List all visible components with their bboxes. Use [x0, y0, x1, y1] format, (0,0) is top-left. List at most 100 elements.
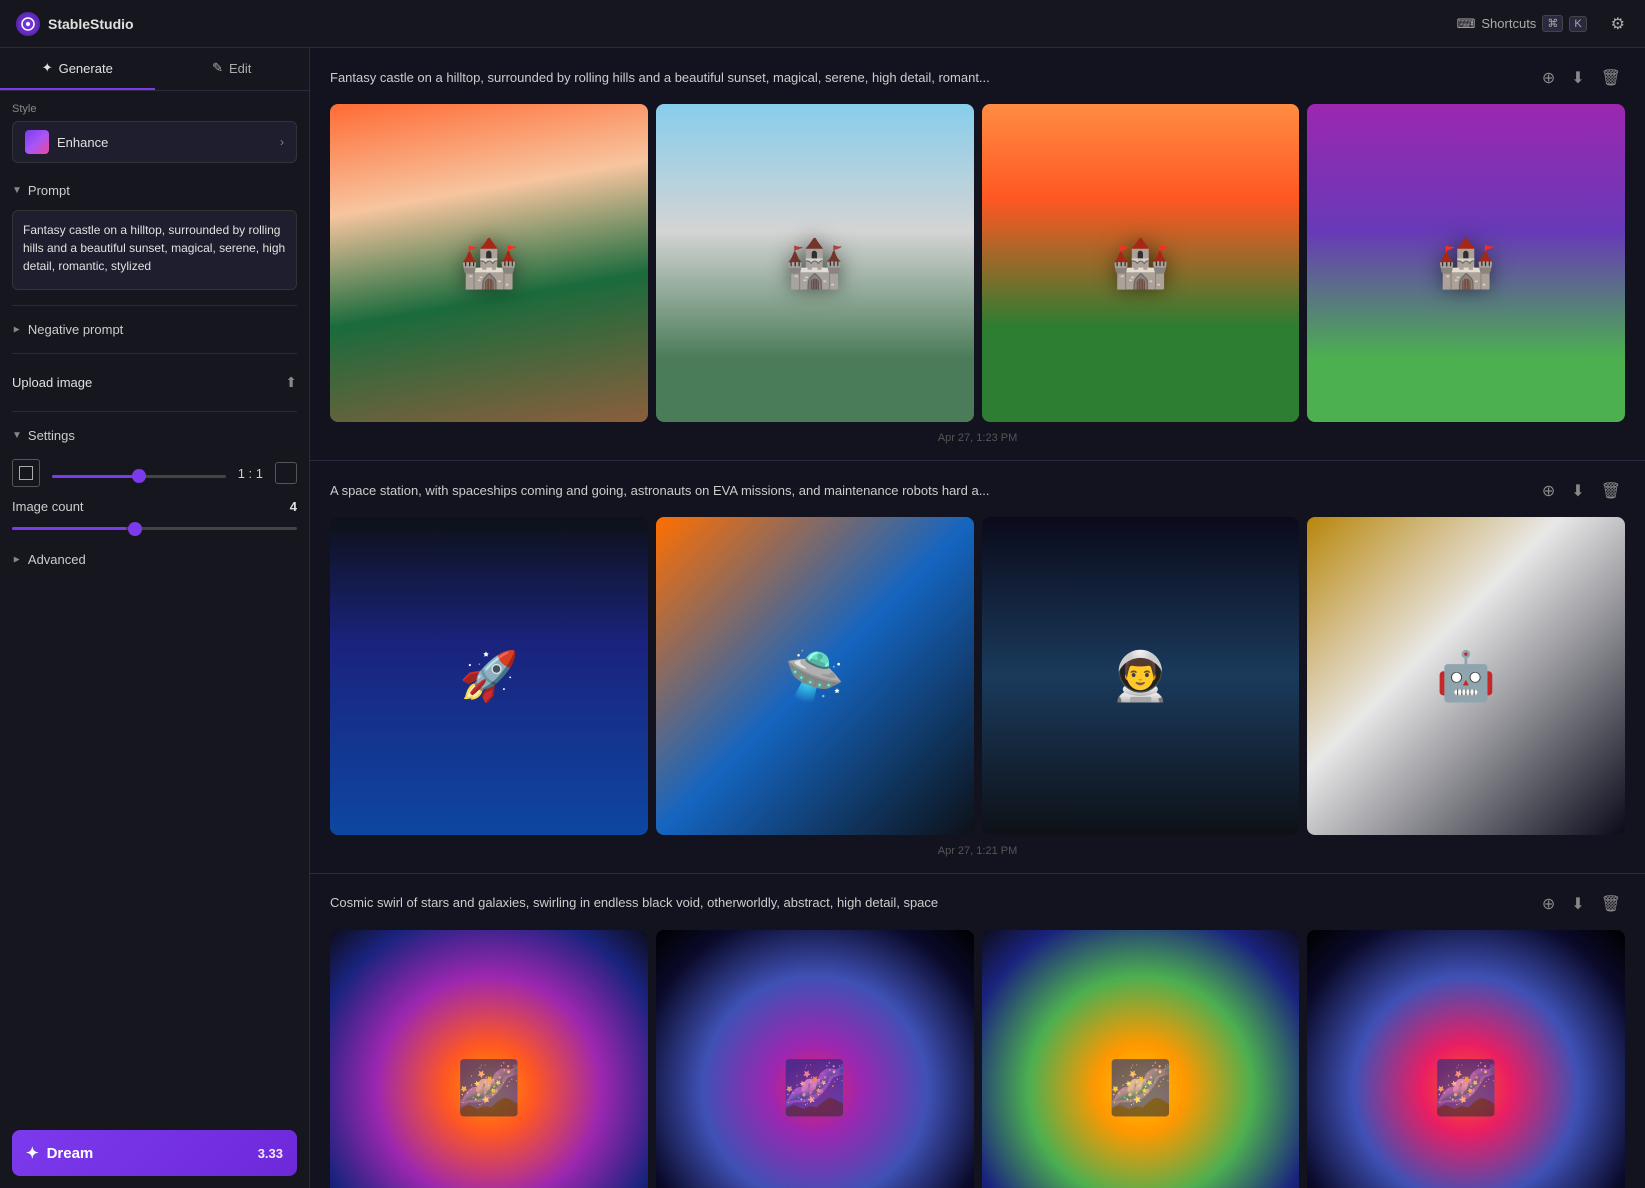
image-cell-c2[interactable]: [656, 104, 974, 422]
settings-chevron-icon: ▼: [12, 430, 22, 441]
shortcuts-button[interactable]: ⌨ Shortcuts ⌘ K: [1449, 11, 1595, 36]
image-cell-s1[interactable]: [330, 517, 648, 835]
gen-actions-1: ⊕ ⬇ 🗑: [1538, 477, 1625, 505]
ratio-value-label: 1 : 1: [238, 466, 263, 481]
advanced-chevron-icon: ▼: [11, 555, 22, 565]
upload-image-label: Upload image: [12, 375, 92, 390]
gen-group-1: A space station, with spaceships coming …: [310, 461, 1645, 874]
kbd-cmd: ⌘: [1542, 15, 1563, 32]
divider-2: [12, 353, 297, 354]
ratio-square-icon: [12, 459, 40, 487]
add-circle-icon: ⊕: [1542, 483, 1555, 500]
gen-header-2: Cosmic swirl of stars and galaxies, swir…: [330, 890, 1625, 918]
gen-group-0: Fantasy castle on a hilltop, surrounded …: [310, 48, 1645, 461]
chevron-right-icon: ›: [280, 135, 284, 149]
tab-generate-label: Generate: [59, 61, 113, 76]
divider-3: [12, 411, 297, 412]
image-cell-s4[interactable]: [1307, 517, 1625, 835]
upload-icon: ⬆: [285, 374, 297, 391]
style-selector-left: Enhance: [25, 130, 108, 154]
image-cell-g3[interactable]: [982, 930, 1300, 1188]
ratio-portrait-icon: [275, 462, 297, 484]
gen-group-2: Cosmic swirl of stars and galaxies, swir…: [310, 874, 1645, 1188]
advanced-section-header[interactable]: ▼ Advanced: [12, 546, 297, 573]
prompt-section-header[interactable]: ▼ Prompt: [12, 179, 297, 202]
gen-actions-2: ⊕ ⬇ 🗑: [1538, 890, 1625, 918]
image-cell-g1[interactable]: [330, 930, 648, 1188]
main-layout: ✦ Generate ✎ Edit Style Enhance › ▼ Pr: [0, 48, 1645, 1188]
generate-icon: ✦: [42, 60, 53, 76]
negative-prompt-header[interactable]: ▼ Negative prompt: [12, 318, 297, 341]
tab-edit[interactable]: ✎ Edit: [155, 48, 310, 90]
advanced-label: Advanced: [28, 552, 86, 567]
sidebar-content: Style Enhance › ▼ Prompt Fantasy castle …: [0, 91, 309, 1118]
style-value-label: Enhance: [57, 135, 108, 150]
tab-edit-label: Edit: [229, 61, 251, 76]
settings-label: Settings: [28, 428, 75, 443]
ratio-control: 1 : 1: [12, 459, 297, 487]
gen-delete-button-1[interactable]: 🗑: [1597, 477, 1625, 505]
app-title: StableStudio: [48, 16, 134, 32]
gen-timestamp-0: Apr 27, 1:23 PM: [330, 432, 1625, 444]
gen-image-grid-1: [330, 517, 1625, 835]
image-count-slider[interactable]: [12, 527, 297, 530]
prompt-chevron-icon: ▼: [12, 185, 22, 196]
edit-icon: ✎: [212, 60, 223, 76]
download-icon: ⬇: [1571, 70, 1584, 87]
gen-add-button-1[interactable]: ⊕: [1538, 477, 1559, 505]
shortcuts-label: Shortcuts: [1481, 16, 1536, 31]
gen-delete-button-2[interactable]: 🗑: [1597, 890, 1625, 918]
trash-icon: 🗑: [1601, 483, 1621, 500]
style-selector[interactable]: Enhance ›: [12, 121, 297, 163]
image-cell-c3[interactable]: [982, 104, 1300, 422]
negative-prompt-label: Negative prompt: [28, 322, 123, 337]
gen-prompt-2: Cosmic swirl of stars and galaxies, swir…: [330, 894, 1526, 912]
dream-button[interactable]: ✦ Dream 3.33: [12, 1130, 297, 1176]
gen-add-button-2[interactable]: ⊕: [1538, 890, 1559, 918]
gen-download-button-1[interactable]: ⬇: [1567, 477, 1588, 505]
gen-image-grid-2: [330, 930, 1625, 1188]
trash-icon: 🗑: [1601, 896, 1621, 913]
kbd-k: K: [1569, 16, 1586, 32]
gen-delete-button-0[interactable]: 🗑: [1597, 64, 1625, 92]
shortcuts-icon: ⌨: [1457, 16, 1476, 32]
settings-icon[interactable]: ⚙: [1607, 10, 1629, 38]
content-area: Fantasy castle on a hilltop, surrounded …: [310, 48, 1645, 1188]
image-cell-s2[interactable]: [656, 517, 974, 835]
gen-download-button-0[interactable]: ⬇: [1567, 64, 1588, 92]
gen-image-grid-0: [330, 104, 1625, 422]
ratio-slider-wrapper: [52, 466, 226, 481]
download-icon: ⬇: [1571, 483, 1584, 500]
header-logo-group: StableStudio: [16, 12, 134, 36]
ratio-slider[interactable]: [52, 475, 226, 478]
image-cell-g2[interactable]: [656, 930, 974, 1188]
dream-cost: 3.33: [258, 1146, 283, 1161]
gen-header-0: Fantasy castle on a hilltop, surrounded …: [330, 64, 1625, 92]
add-circle-icon: ⊕: [1542, 896, 1555, 913]
sidebar-tabs: ✦ Generate ✎ Edit: [0, 48, 309, 91]
tab-generate[interactable]: ✦ Generate: [0, 48, 155, 90]
gen-actions-0: ⊕ ⬇ 🗑: [1538, 64, 1625, 92]
sidebar: ✦ Generate ✎ Edit Style Enhance › ▼ Pr: [0, 48, 310, 1188]
gen-prompt-0: Fantasy castle on a hilltop, surrounded …: [330, 69, 1526, 87]
image-cell-g4[interactable]: [1307, 930, 1625, 1188]
settings-section-header[interactable]: ▼ Settings: [12, 424, 297, 447]
image-count-value: 4: [290, 499, 297, 514]
upload-image-row[interactable]: Upload image ⬆: [12, 366, 297, 399]
image-cell-c4[interactable]: [1307, 104, 1625, 422]
gen-prompt-1: A space station, with spaceships coming …: [330, 482, 1526, 500]
image-count-label: Image count: [12, 499, 84, 514]
image-count-row: Image count 4: [12, 499, 297, 514]
negative-prompt-chevron-icon: ▼: [11, 325, 22, 335]
divider-1: [12, 305, 297, 306]
header-actions: ⌨ Shortcuts ⌘ K ⚙: [1449, 10, 1629, 38]
app-logo-icon: [16, 12, 40, 36]
gen-download-button-2[interactable]: ⬇: [1567, 890, 1588, 918]
image-cell-c1[interactable]: [330, 104, 648, 422]
gen-add-button-0[interactable]: ⊕: [1538, 64, 1559, 92]
style-section-label: Style: [12, 103, 297, 115]
dream-button-left: ✦ Dream: [26, 1144, 93, 1162]
prompt-input[interactable]: Fantasy castle on a hilltop, surrounded …: [12, 210, 297, 290]
image-cell-s3[interactable]: [982, 517, 1300, 835]
gen-header-1: A space station, with spaceships coming …: [330, 477, 1625, 505]
